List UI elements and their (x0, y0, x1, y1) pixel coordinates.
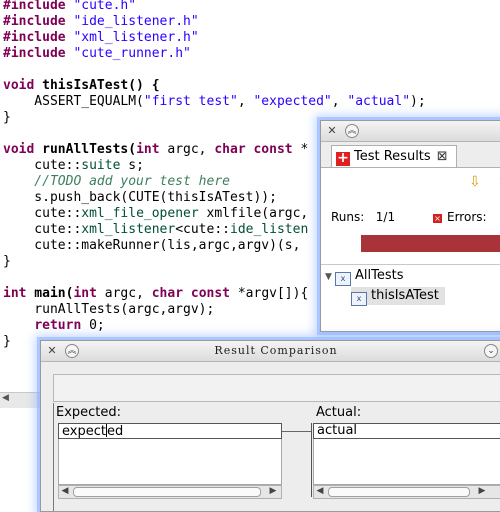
result-comparison-panel: ✕ ︽ Result Comparison ⌄ Expected: Actual… (40, 340, 500, 512)
expand-toggle-icon[interactable]: ▼ (325, 268, 335, 286)
error-icon: × (433, 214, 442, 223)
code-line: ASSERT_EQUALM("first test", "expected", … (3, 94, 426, 109)
actual-value-field[interactable]: actual (313, 423, 500, 439)
test-results-body: ⇩ ⇧ Runs: 1/1 ×Errors: ▼xAllTests xthisI… (321, 167, 500, 331)
runs-value: 1/1 (375, 210, 396, 224)
test-tree[interactable]: ▼ x AllTests x thisIsATest (321, 264, 500, 331)
scroll-right-icon[interactable]: ▶ (476, 485, 488, 497)
code-line: #include "cute_runner.h" (3, 46, 191, 61)
errors-counter: × Errors: (433, 210, 487, 224)
test-results-panel: ✕ ︽ +Test Results⊠ ⇩ ⇧ Runs: 1/1 ×Errors… (320, 120, 500, 332)
scroll-left-icon[interactable]: ◀ (59, 485, 71, 497)
comparison-titlebar[interactable]: ✕ ︽ Result Comparison ⌄ (41, 341, 500, 362)
tree-item-alltests[interactable]: ▼ x AllTests (325, 267, 404, 286)
close-cross-icon[interactable]: ✕ (325, 124, 339, 138)
expected-value: expected (62, 424, 124, 439)
actual-value: actual (317, 423, 358, 438)
comparison-title: Result Comparison (214, 344, 338, 357)
close-tab-icon[interactable]: ⊠ (437, 149, 448, 164)
next-failure-icon[interactable]: ⇩ (469, 174, 481, 190)
test-results-icon: + (336, 150, 350, 166)
scroll-thumb[interactable] (328, 487, 470, 497)
expected-label: Expected: (56, 405, 122, 420)
menu-dropdown-icon[interactable]: ⌄ (484, 344, 498, 358)
code-line: #include "cute.h" (3, 0, 137, 13)
progress-bar (361, 235, 500, 252)
scroll-left-icon[interactable]: ◀ (2, 393, 9, 403)
expected-value-field[interactable]: expected (58, 423, 282, 439)
test-suite-icon: x (335, 272, 351, 286)
runs-counter: Runs: 1/1 (331, 210, 396, 224)
expected-scrollbar[interactable]: ◀ ▶ (58, 485, 282, 499)
tree-item-label: AllTests (355, 268, 404, 283)
tree-item-thisisatest[interactable]: x thisIsATest (351, 287, 445, 306)
diff-connector (282, 431, 312, 432)
test-results-titlebar[interactable]: ✕ ︽ (321, 121, 500, 142)
scroll-thumb[interactable] (73, 487, 261, 497)
actual-scrollbar[interactable]: ◀ ▶ (313, 485, 500, 499)
tab-label: Test Results (354, 149, 431, 164)
collapse-icon[interactable]: ︽ (345, 124, 359, 138)
tree-item-label: thisIsATest (371, 288, 439, 303)
tab-test-results[interactable]: + Test Results ⊠ (331, 145, 457, 168)
scroll-right-icon[interactable]: ▶ (267, 485, 279, 497)
left-divider (53, 403, 54, 511)
code-line: #include "ide_listener.h" (3, 14, 199, 29)
scroll-left-icon[interactable]: ◀ (314, 485, 326, 497)
actual-label: Actual: (316, 405, 362, 420)
code-line: void thisIsATest() { (3, 78, 160, 93)
test-case-icon: x (351, 292, 367, 306)
actual-divider (311, 423, 312, 497)
code-line: #include "xml_listener.h" (3, 30, 199, 45)
comparison-toolbar (53, 374, 500, 402)
